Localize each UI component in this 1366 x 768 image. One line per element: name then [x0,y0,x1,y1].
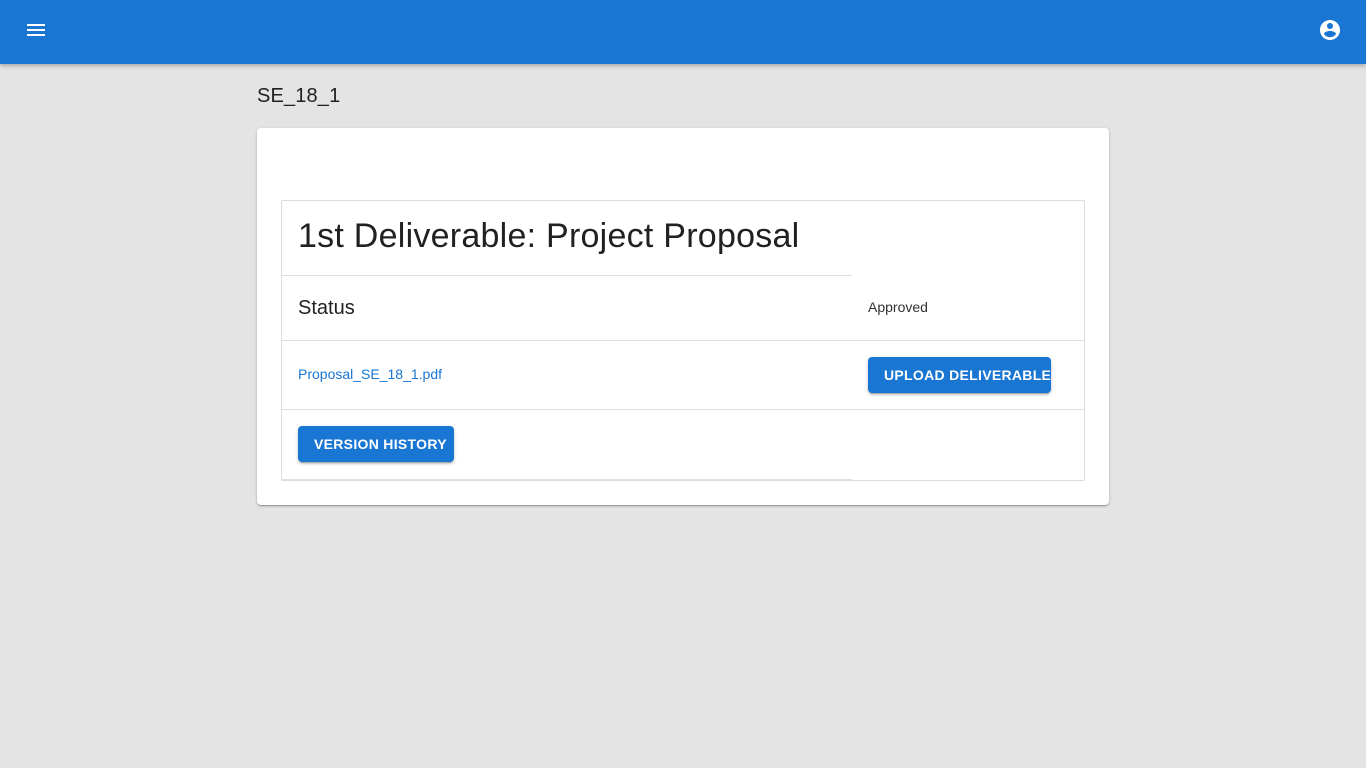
account-button[interactable] [1310,12,1350,52]
deliverable-title: 1st Deliverable: Project Proposal [298,217,800,255]
deliverable-panel: 1st Deliverable: Project Proposal Status… [281,200,1085,481]
menu-icon [24,18,48,47]
app-bar [0,0,1366,64]
deliverable-card: 1st Deliverable: Project Proposal Status… [257,128,1109,505]
divider [282,409,1084,410]
divider [282,275,852,276]
account-circle-icon [1318,18,1342,47]
version-history-button[interactable]: VERSION HISTORY [298,426,454,462]
deliverable-file-link[interactable]: Proposal_SE_18_1.pdf [298,366,442,382]
divider [282,479,852,480]
upload-deliverable-button[interactable]: UPLOAD DELIVERABLE [868,357,1051,393]
menu-button[interactable] [16,12,56,52]
status-value: Approved [868,299,928,315]
page-title: SE_18_1 [257,85,341,107]
status-label: Status [298,297,355,319]
divider [282,340,1084,341]
